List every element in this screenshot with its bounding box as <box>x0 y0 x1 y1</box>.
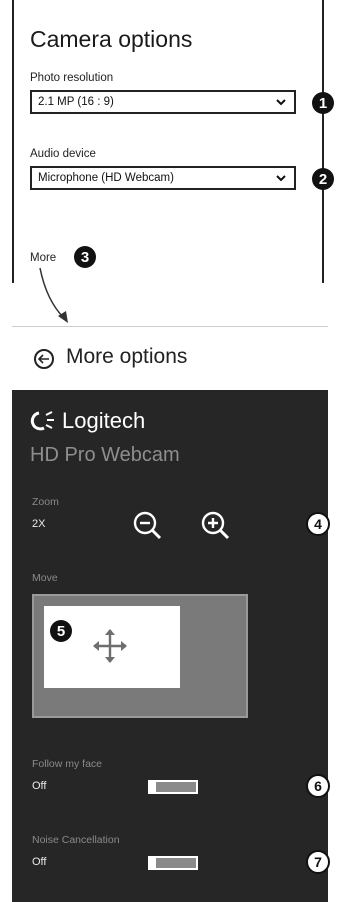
audio-device-value: Microphone (HD Webcam) <box>38 172 174 184</box>
callout-4: 4 <box>306 512 330 536</box>
move-viewport[interactable] <box>44 606 180 688</box>
move-area[interactable] <box>32 594 248 718</box>
callout-2: 2 <box>312 168 334 190</box>
more-link[interactable]: More <box>30 252 56 264</box>
camera-options-title: Camera options <box>30 26 193 52</box>
logitech-logo-icon <box>30 411 54 431</box>
callout-7: 7 <box>306 850 330 874</box>
toggle-track <box>156 858 196 868</box>
follow-face-toggle[interactable] <box>148 780 198 794</box>
callout-6: 6 <box>306 774 330 798</box>
callout-5: 5 <box>50 620 72 642</box>
noise-cancellation-label: Noise Cancellation <box>32 834 120 846</box>
move-arrows-icon <box>93 629 127 663</box>
zoom-in-icon[interactable] <box>200 510 232 542</box>
more-options-panel: Logitech HD Pro Webcam Zoom 2X Move Foll… <box>12 390 328 902</box>
more-options-title: More options <box>66 345 188 368</box>
chevron-down-icon <box>276 99 286 106</box>
audio-device-label: Audio device <box>30 148 96 160</box>
zoom-value: 2X <box>32 518 46 530</box>
zoom-label: Zoom <box>32 496 59 508</box>
toggle-track <box>156 782 196 792</box>
brand-name: Logitech <box>62 408 146 433</box>
product-name: HD Pro Webcam <box>30 444 180 466</box>
chevron-down-icon <box>276 175 286 182</box>
move-label: Move <box>32 572 58 584</box>
photo-resolution-select[interactable]: 2.1 MP (16 : 9) <box>30 90 296 114</box>
noise-cancellation-toggle[interactable] <box>148 856 198 870</box>
arrow-icon <box>39 267 68 323</box>
follow-face-value: Off <box>32 780 47 792</box>
noise-cancellation-value: Off <box>32 856 47 868</box>
photo-resolution-label: Photo resolution <box>30 72 114 84</box>
callout-3: 3 <box>74 246 96 268</box>
photo-resolution-value: 2.1 MP (16 : 9) <box>38 96 114 108</box>
more-options-header: More options <box>12 326 328 390</box>
back-arrow-icon[interactable] <box>34 349 54 369</box>
zoom-out-icon[interactable] <box>132 510 164 542</box>
audio-device-select[interactable]: Microphone (HD Webcam) <box>30 166 296 190</box>
camera-options-panel: Camera options Photo resolution 2.1 MP (… <box>12 0 324 283</box>
callout-1: 1 <box>312 92 334 114</box>
follow-face-label: Follow my face <box>32 758 103 770</box>
